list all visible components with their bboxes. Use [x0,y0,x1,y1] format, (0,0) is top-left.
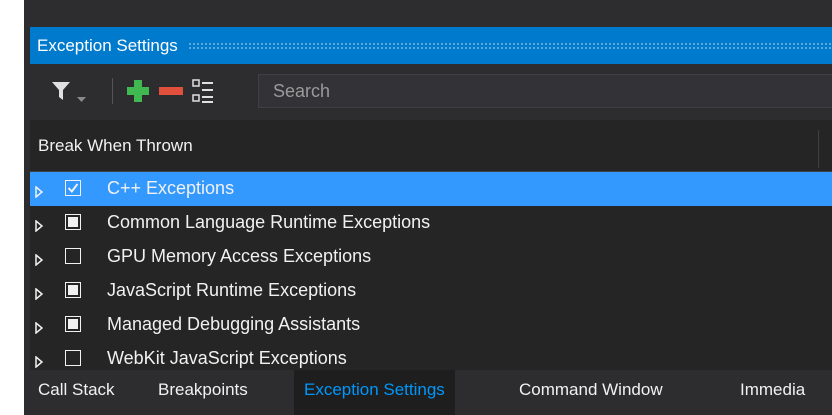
tab-call-stack[interactable]: Call Stack [38,370,115,415]
row-checkbox[interactable] [65,316,81,332]
expand-arrow-icon[interactable] [35,352,44,370]
titlebar-grip[interactable] [187,41,832,50]
row-checkbox[interactable] [65,350,81,366]
tab-breakpoints[interactable]: Breakpoints [158,370,248,415]
column-header-break-when-thrown[interactable]: Break When Thrown [30,120,832,172]
minus-icon[interactable] [158,79,184,108]
window-title: Exception Settings [37,35,178,55]
toolbar-separator [112,78,113,104]
search-input[interactable] [258,74,832,108]
column-divider[interactable] [818,130,819,168]
expand-arrow-icon[interactable] [35,182,44,203]
expand-arrow-icon[interactable] [35,318,44,339]
chevron-down-icon[interactable] [77,90,86,108]
expand-arrow-icon[interactable] [35,216,44,237]
filter-icon[interactable] [52,82,70,105]
toolbar [30,64,832,120]
row-label: Managed Debugging Assistants [107,314,361,334]
row-label: Common Language Runtime Exceptions [107,212,431,232]
tab-command-window[interactable]: Command Window [519,370,663,415]
row-checkbox[interactable] [65,214,81,230]
row-checkbox[interactable] [65,282,81,298]
row-label: C++ Exceptions [107,178,235,198]
exceptions-tree: Break When Thrown C++ Exceptions Common … [30,120,832,370]
top-strip [24,0,832,27]
row-checkbox[interactable] [65,248,81,264]
plus-icon[interactable] [126,79,150,108]
row-checkbox[interactable] [65,180,81,196]
tree-row-cpp-exceptions[interactable]: C++ Exceptions [30,172,832,206]
row-label: GPU Memory Access Exceptions [107,246,372,266]
row-label: WebKit JavaScript Exceptions [107,348,347,368]
tree-row-javascript-exceptions[interactable]: JavaScript Runtime Exceptions [30,274,832,308]
tab-exception-settings[interactable]: Exception Settings [294,370,455,415]
tree-row-gpu-exceptions[interactable]: GPU Memory Access Exceptions [30,240,832,274]
exception-settings-panel: Exception Settings Search Break When Thr… [24,0,832,415]
bottom-tab-strip: Call Stack Breakpoints Exception Setting… [24,370,832,415]
tree-row-managed-debugging-assistants[interactable]: Managed Debugging Assistants [30,308,832,342]
row-label: JavaScript Runtime Exceptions [107,280,357,300]
expand-arrow-icon[interactable] [35,284,44,305]
expand-arrow-icon[interactable] [35,250,44,271]
tab-immediate[interactable]: Immedia [740,370,805,415]
tree-row-clr-exceptions[interactable]: Common Language Runtime Exceptions [30,206,832,240]
tool-window-titlebar[interactable]: Exception Settings [30,27,832,64]
restore-list-icon[interactable] [192,78,214,109]
column-header-label: Break When Thrown [38,136,193,155]
tree-row-webkit-exceptions[interactable]: WebKit JavaScript Exceptions [30,342,832,370]
